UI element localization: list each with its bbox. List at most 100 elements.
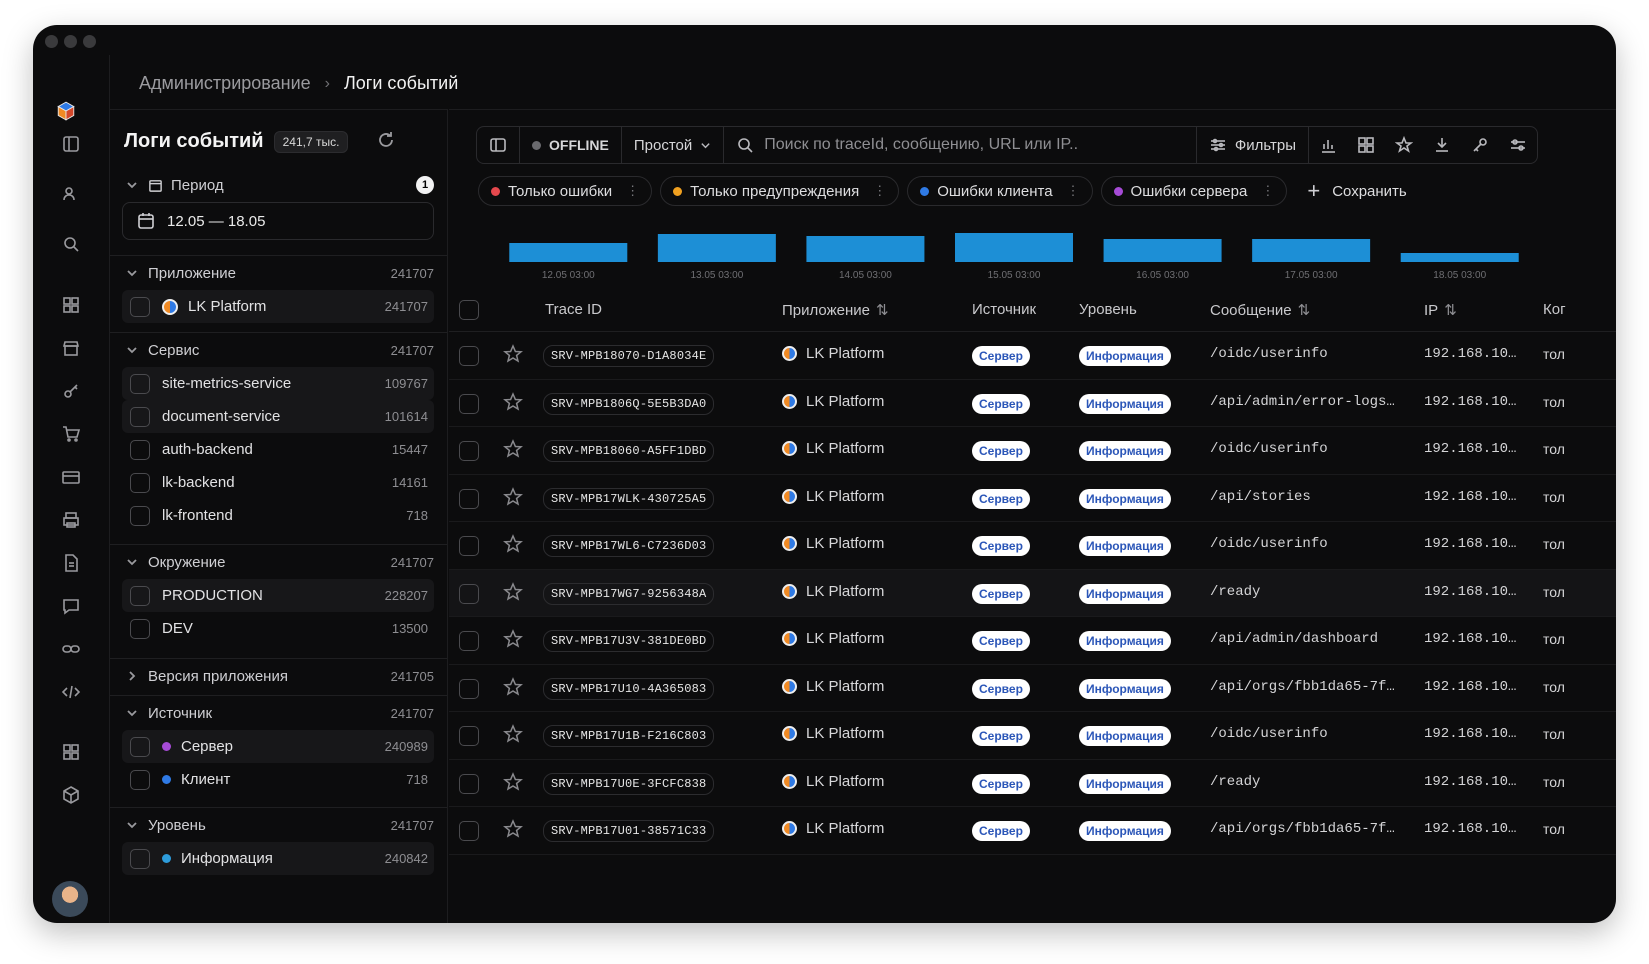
checkbox[interactable] bbox=[130, 736, 150, 757]
checkbox[interactable] bbox=[130, 769, 150, 790]
save-filter-button[interactable]: + Сохранить bbox=[1307, 178, 1406, 204]
period-header[interactable]: Период 1 bbox=[110, 168, 447, 202]
settings-button[interactable] bbox=[1499, 127, 1537, 163]
table-row[interactable]: SRV-MPB18060-A5FF1DBD LK Platform Сервер Ин… bbox=[449, 427, 1616, 475]
histogram-bar[interactable] bbox=[509, 243, 628, 262]
star-icon[interactable] bbox=[503, 724, 523, 744]
minimize-window-button[interactable] bbox=[64, 35, 77, 48]
table-row[interactable]: SRV-MPB1806Q-5E5B3DA0 LK Platform Сервер Ин… bbox=[449, 380, 1616, 427]
star-icon[interactable] bbox=[503, 439, 523, 459]
table-row[interactable]: SRV-MPB17U1B-F216C803 LK Platform Сервер Ин… bbox=[449, 712, 1616, 760]
card-icon[interactable] bbox=[60, 466, 82, 488]
chart-toggle-button[interactable] bbox=[1309, 127, 1347, 163]
select-all-checkbox[interactable] bbox=[459, 300, 479, 320]
printer-icon[interactable] bbox=[60, 509, 82, 531]
filter-item[interactable]: DEV 13500 bbox=[122, 612, 434, 645]
chat-icon[interactable] bbox=[60, 595, 82, 617]
trace-id[interactable]: SRV-MPB17WL6-C7236D03 bbox=[543, 535, 715, 557]
store-icon[interactable] bbox=[60, 337, 82, 359]
panel-toggle-button[interactable] bbox=[477, 127, 520, 163]
table-row[interactable]: SRV-MPB17U10-4A365083 LK Platform Сервер Ин… bbox=[449, 665, 1616, 712]
trace-id[interactable]: SRV-MPB17U1B-F216C803 bbox=[543, 725, 715, 747]
row-checkbox[interactable] bbox=[459, 488, 479, 509]
table-row[interactable]: SRV-MPB17WG7-9256348A LK Platform Сервер Ин… bbox=[449, 569, 1616, 617]
key-icon[interactable] bbox=[60, 380, 82, 402]
star-icon[interactable] bbox=[503, 534, 523, 554]
histogram-bar[interactable] bbox=[1400, 253, 1519, 262]
trace-id[interactable]: SRV-MPB17U3V-381DE0BD bbox=[543, 630, 715, 652]
document-icon[interactable] bbox=[60, 552, 82, 574]
filter-item[interactable]: PRODUCTION 228207 bbox=[122, 579, 434, 612]
checkbox[interactable] bbox=[130, 373, 150, 394]
table-row[interactable]: SRV-MPB17U0E-3FCFC838 LK Platform Сервер Ин… bbox=[449, 760, 1616, 807]
row-checkbox[interactable] bbox=[459, 393, 479, 414]
close-window-button[interactable] bbox=[45, 35, 58, 48]
star-icon[interactable] bbox=[503, 676, 523, 697]
breadcrumb-parent[interactable]: Администрирование bbox=[139, 73, 311, 94]
histogram-bar[interactable] bbox=[1252, 239, 1371, 262]
trace-id[interactable]: SRV-MPB17U0E-3FCFC838 bbox=[543, 772, 715, 795]
row-checkbox[interactable] bbox=[459, 536, 479, 556]
chip-client-errors[interactable]: Ошибки клиента ⋮ bbox=[907, 176, 1093, 206]
filter-item[interactable]: auth-backend 15447 bbox=[122, 433, 434, 466]
filter-item[interactable]: document-service 101614 bbox=[122, 400, 434, 433]
table-row[interactable]: SRV-MPB17WLK-430725A5 LK Platform Сервер Ин… bbox=[449, 475, 1616, 522]
checkbox[interactable] bbox=[130, 296, 150, 317]
table-row[interactable]: SRV-MPB17U3V-381DE0BD LK Platform Сервер Ин… bbox=[449, 617, 1616, 665]
inspect-button[interactable] bbox=[1461, 127, 1499, 163]
trace-id[interactable]: SRV-MPB17U10-4A365083 bbox=[543, 677, 715, 700]
checkbox[interactable] bbox=[130, 585, 150, 606]
users-icon[interactable] bbox=[60, 183, 82, 205]
chip-server-errors[interactable]: Ошибки сервера ⋮ bbox=[1100, 176, 1288, 206]
trace-id[interactable]: SRV-MPB17WG7-9256348A bbox=[543, 582, 715, 605]
checkbox[interactable] bbox=[130, 439, 150, 460]
service-section-header[interactable]: Сервис 241707 bbox=[110, 333, 447, 367]
row-checkbox[interactable] bbox=[459, 726, 479, 746]
table-row[interactable]: SRV-MPB17U01-38571C33 LK Platform Сервер Ин… bbox=[449, 807, 1616, 855]
star-icon[interactable] bbox=[503, 819, 523, 839]
header-trace-id[interactable]: Trace ID bbox=[545, 301, 602, 318]
apps-icon[interactable] bbox=[60, 741, 82, 763]
star-icon[interactable] bbox=[503, 391, 523, 412]
table-row[interactable]: SRV-MPB18070-D1A8034E LK Platform Сервер Ин… bbox=[449, 332, 1616, 380]
trace-id[interactable]: SRV-MPB17WLK-430725A5 bbox=[543, 487, 715, 510]
row-checkbox[interactable] bbox=[459, 678, 479, 699]
row-checkbox[interactable] bbox=[459, 346, 479, 366]
checkbox[interactable] bbox=[130, 472, 150, 493]
checkbox[interactable] bbox=[130, 848, 150, 869]
environment-section-header[interactable]: Окружение 241707 bbox=[110, 545, 447, 579]
filter-item-lk-platform[interactable]: LK Platform 241707 bbox=[122, 290, 434, 323]
download-button[interactable] bbox=[1423, 127, 1461, 163]
star-icon[interactable] bbox=[503, 581, 523, 602]
row-checkbox[interactable] bbox=[459, 821, 479, 841]
chip-warnings-only[interactable]: Только предупреждения ⋮ bbox=[660, 176, 900, 206]
checkbox[interactable] bbox=[130, 618, 150, 639]
star-icon[interactable] bbox=[503, 771, 523, 792]
sidebar-toggle-icon[interactable] bbox=[60, 133, 82, 155]
refresh-icon[interactable] bbox=[375, 129, 397, 151]
header-level[interactable]: Уровень bbox=[1079, 301, 1137, 318]
search-icon[interactable] bbox=[60, 233, 82, 255]
filter-item[interactable]: Сервер 240989 bbox=[122, 730, 434, 763]
star-icon[interactable] bbox=[503, 486, 523, 507]
chip-errors-only[interactable]: Только ошибки ⋮ bbox=[478, 176, 653, 206]
filters-button[interactable]: Фильтры bbox=[1197, 127, 1309, 163]
header-last[interactable]: Ког bbox=[1543, 301, 1566, 318]
more-icon[interactable]: ⋮ bbox=[1067, 183, 1080, 199]
date-range-field[interactable]: 12.05 — 18.05 bbox=[122, 202, 434, 240]
header-app[interactable]: Приложение ⇅ bbox=[782, 301, 889, 319]
grid-view-button[interactable] bbox=[1347, 127, 1385, 163]
filter-item[interactable]: lk-frontend 718 bbox=[122, 499, 434, 532]
star-icon[interactable] bbox=[503, 344, 523, 364]
histogram-bar[interactable] bbox=[806, 236, 925, 262]
histogram-bar[interactable] bbox=[955, 233, 1073, 262]
row-checkbox[interactable] bbox=[459, 583, 479, 604]
maximize-window-button[interactable] bbox=[83, 35, 96, 48]
checkbox[interactable] bbox=[130, 505, 150, 526]
more-icon[interactable]: ⋮ bbox=[626, 183, 639, 199]
trace-id[interactable]: SRV-MPB18060-A5FF1DBD bbox=[543, 440, 715, 462]
trace-id[interactable]: SRV-MPB1806Q-5E5B3DA0 bbox=[543, 392, 715, 415]
row-checkbox[interactable] bbox=[459, 441, 479, 461]
level-section-header[interactable]: Уровень 241707 bbox=[110, 808, 447, 842]
dashboard-icon[interactable] bbox=[60, 294, 82, 316]
